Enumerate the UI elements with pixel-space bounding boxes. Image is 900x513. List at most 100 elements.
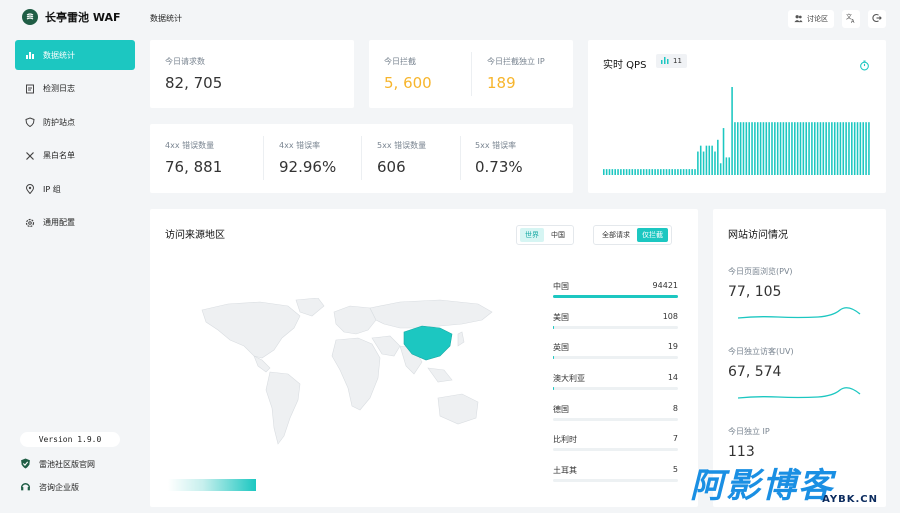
qps-bar [813,122,816,175]
qps-bar [648,169,651,175]
gear-icon [25,218,35,228]
mini-bar-chart-icon [661,56,669,66]
sidebar-item-sites[interactable]: 防护站点 [15,107,135,137]
discuss-button[interactable]: 讨论区 [788,10,834,28]
shield-check-icon [20,458,31,471]
qps-bar [759,122,762,175]
progress-track [553,417,678,421]
sidebar-item-label: 黑白名单 [43,151,75,161]
sidebar-item-label: 数据统计 [43,50,75,60]
svg-text:A: A [851,19,855,23]
qps-bar [756,122,759,175]
qps-bar [682,169,685,175]
list-item[interactable]: 中国 94421 [553,281,678,312]
progress-track [553,448,678,452]
qps-bar [822,122,825,175]
err4-count-value: 76, 881 [165,158,223,176]
qps-bar [811,122,813,175]
country-name: 美国 [553,312,569,322]
progress-track [553,479,678,483]
err4-rate-value: 92.96% [279,158,337,176]
qps-bar [799,122,802,175]
list-item[interactable]: 德国 8 [553,404,678,435]
world-map [201,298,493,445]
qps-bar [802,122,805,175]
country-count: 5 [672,465,678,475]
qps-bar [865,122,867,175]
country-name: 土耳其 [553,466,577,476]
qps-bar [842,122,845,175]
sidebar-item-label: 检测日志 [43,84,75,94]
sidebar: 长亭雷池 WAF 数据统计 检测日志 防护站点 黑白名单 IP 组 通用配置 V… [0,0,142,513]
community-site-link[interactable]: 雷池社区版官网 [20,458,95,471]
qps-bar [774,122,776,175]
progress-fill [553,295,678,298]
qps-bar [697,151,699,175]
list-item[interactable]: 美国 108 [553,312,678,343]
qps-bar [603,169,605,175]
qps-bar [765,122,768,175]
scope-world[interactable]: 世界 [520,228,544,242]
progress-track [553,356,678,360]
country-count: 108 [662,311,678,321]
country-name: 中国 [553,282,569,291]
qps-bar [699,145,702,175]
sidebar-item-settings[interactable]: 通用配置 [15,208,135,238]
timer-icon[interactable] [859,56,870,75]
err5-count-label: 5xx 错误数量 [377,141,427,150]
list-item[interactable]: 比利时 7 [553,434,678,465]
qps-bar [605,169,608,175]
qps-bar [833,122,836,175]
scope-china[interactable]: 中国 [546,228,570,242]
qps-bar [688,169,691,175]
blocked-ip-label: 今日拦截独立 IP [487,57,545,66]
qps-bar-chart [603,87,870,175]
qps-bar [848,122,850,175]
language-button[interactable]: 文A [842,10,860,28]
logout-button[interactable] [868,10,886,28]
country-name: 比利时 [553,435,577,445]
logout-icon [872,13,882,25]
qps-bar [794,122,796,175]
qps-bar [828,122,830,175]
scope-toggle: 世界 中国 [516,225,574,245]
qps-bar [725,157,728,175]
qps-bar [640,169,642,175]
qps-bar [853,122,856,175]
qps-bar [608,169,611,175]
shield-icon [25,117,35,128]
qps-bar [654,169,656,175]
map-legend-gradient [168,479,256,491]
qps-bar [868,122,870,175]
qps-bar [859,122,862,175]
sidebar-item-logs[interactable]: 检测日志 [15,74,135,104]
brand[interactable]: 长亭雷池 WAF [22,9,121,25]
list-item[interactable]: 英国 19 [553,342,678,373]
filter-blocked[interactable]: 仅拦截 [637,228,668,242]
qps-bar [825,122,827,175]
country-name: 德国 [553,404,569,414]
filter-all[interactable]: 全部请求 [597,228,635,242]
progress-track [553,325,678,329]
sidebar-item-blacklist[interactable]: 黑白名单 [15,141,135,171]
qps-bar [782,122,785,175]
sidebar-item-ip-group[interactable]: IP 组 [15,174,135,204]
discuss-label: 讨论区 [807,15,828,23]
geo-title: 访问来源地区 [165,230,225,241]
qps-bar [679,169,682,175]
sidebar-item-label: 防护站点 [43,117,75,127]
list-item[interactable]: 澳大利亚 14 [553,373,678,404]
qps-bar [731,87,733,175]
qps-bar [665,169,668,175]
qps-bar [611,169,614,175]
qps-bar [776,122,779,175]
sidebar-item-stats[interactable]: 数据统计 [15,40,135,70]
qps-bar [748,122,750,175]
qps-bar [785,122,788,175]
filter-toggle: 全部请求 仅拦截 [593,225,672,245]
qps-bar [637,169,639,175]
qps-bar [819,122,822,175]
enterprise-consult-link[interactable]: 咨询企业版 [20,481,79,494]
list-item[interactable]: 土耳其 5 [553,465,678,496]
qps-bar [634,169,636,175]
